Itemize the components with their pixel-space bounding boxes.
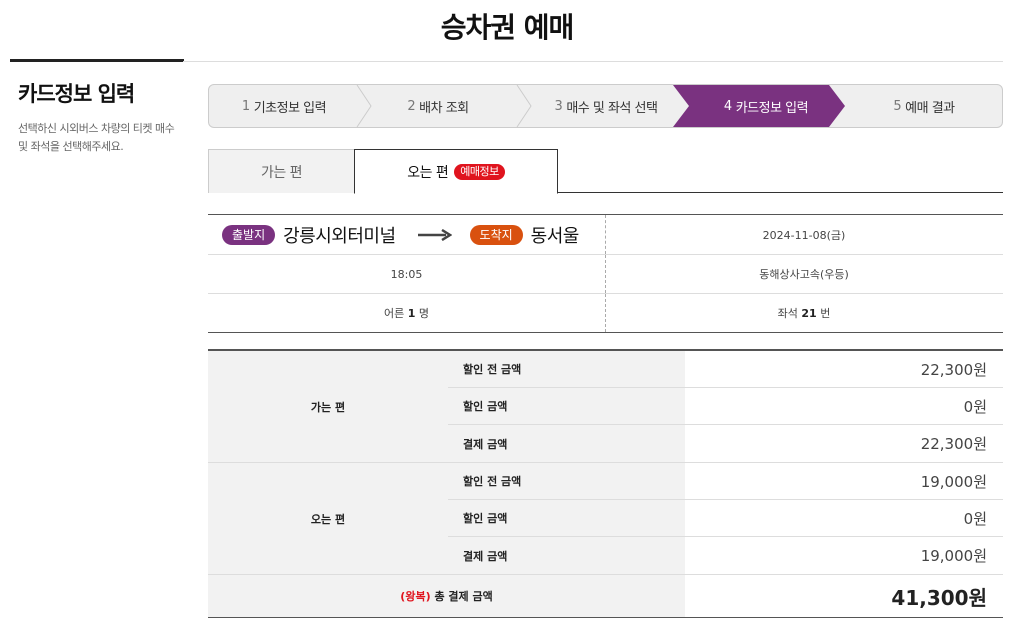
fare-value: 0원 (963, 397, 987, 416)
section-indicator (10, 59, 184, 62)
side-panel: 카드정보 입력 선택하신 시외버스 차량의 티켓 매수 및 좌석을 선택해주세요… (18, 78, 180, 156)
page-title: 승차권 예매 (440, 11, 575, 44)
step-card-info: 4 카드정보 입력 (673, 85, 845, 127)
arrival-terminal: 동서울 (530, 225, 580, 247)
step-schedule: 2 배차 조회 (407, 98, 469, 116)
booking-info-badge: 예매정보 (454, 163, 505, 180)
table-row: 할인 전 금액 19,000원 (448, 463, 1003, 500)
departure-badge: 출발지 (222, 224, 276, 245)
step-result: 5 예매 결과 (893, 98, 955, 116)
arrival-badge: 도착지 (469, 224, 523, 245)
arrow-right-icon (417, 228, 452, 241)
fare-value: 0원 (963, 509, 987, 528)
trip-tabs: 가는 편 오는 편 예매정보 (208, 149, 1003, 194)
fare-group-return: 오는 편 할인 전 금액 19,000원 할인 금액 0원 결제 금액 19,0… (208, 463, 1003, 575)
departure-time: 18:05 (390, 267, 423, 281)
seat-number: 좌석 21 번 (605, 294, 1002, 332)
table-row: 출발지 강릉시외터미널 도착지 동서울 2024-11-08(금) (208, 215, 1003, 255)
fare-value: 19,000원 (920, 547, 987, 565)
table-row: 할인 금액 0원 (448, 500, 1003, 537)
table-row: 18:05 동해상사고속(우등) (208, 255, 1003, 294)
section-heading: 카드정보 입력 (18, 82, 135, 106)
total-amount: 41,300원 (891, 585, 987, 610)
route-cell: 출발지 강릉시외터미널 도착지 동서울 (208, 215, 605, 254)
table-row: 어른 1 명 좌석 21 번 (208, 294, 1003, 332)
departure-terminal: 강릉시외터미널 (283, 225, 396, 247)
step-basic-info: 1 기초정보 입력 (241, 98, 327, 116)
total-row: (왕복) 총 결제 금액 41,300원 (208, 575, 1003, 617)
fare-group-label: 오는 편 (208, 463, 448, 574)
fare-value: 22,300원 (920, 435, 987, 453)
fare-group-outbound: 가는 편 할인 전 금액 22,300원 할인 금액 0원 결제 금액 22,3… (208, 351, 1003, 463)
bus-company: 동해상사고속(우등) (605, 255, 1002, 293)
table-row: 결제 금액 19,000원 (448, 537, 1003, 574)
fare-value: 22,300원 (920, 360, 987, 379)
table-row: 할인 전 금액 22,300원 (448, 351, 1003, 388)
departure-date: 2024-11-08(금) (605, 215, 1002, 254)
section-description: 선택하신 시외버스 차량의 티켓 매수 및 좌석을 선택해주세요. (18, 122, 175, 153)
trip-info-table: 출발지 강릉시외터미널 도착지 동서울 2024-11-08(금) 18:05 … (208, 214, 1003, 333)
tab-outbound[interactable]: 가는 편 (208, 149, 355, 193)
total-label: (왕복) 총 결제 금액 (208, 575, 685, 617)
passenger-count: 어른 1 명 (383, 306, 430, 321)
table-row: 할인 금액 0원 (448, 388, 1003, 425)
fare-table: 가는 편 할인 전 금액 22,300원 할인 금액 0원 결제 금액 22,3… (208, 349, 1003, 618)
tab-return-label: 오는 편 (407, 164, 449, 181)
header-divider (183, 61, 1003, 62)
step-seat-select: 3 매수 및 좌석 선택 (554, 98, 658, 116)
fare-group-label: 가는 편 (208, 351, 448, 462)
tab-return[interactable]: 오는 편 예매정보 (354, 149, 558, 194)
table-row: 결제 금액 22,300원 (448, 425, 1003, 462)
step-progress: 1 기초정보 입력 2 배차 조회 3 매수 및 좌석 선택 4 카드정보 입력 5 예매… (208, 84, 1003, 128)
fare-value: 19,000원 (920, 472, 987, 491)
